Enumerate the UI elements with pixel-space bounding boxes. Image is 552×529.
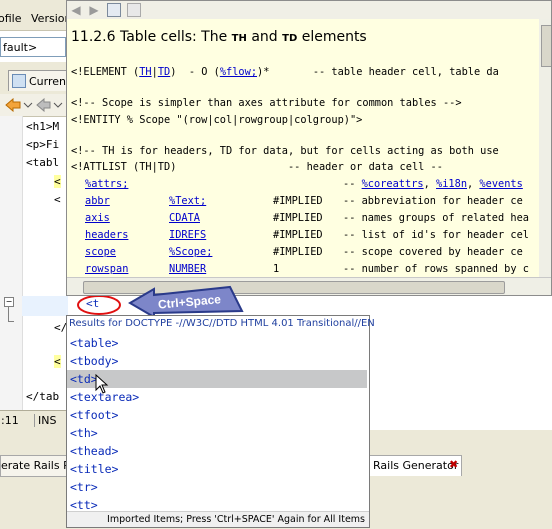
completion-item-selected[interactable]: <td> — [67, 370, 367, 388]
editor-tab-current[interactable]: Curren — [8, 70, 68, 91]
doc-vertical-scrollbar[interactable] — [539, 19, 551, 277]
doc-th-comment: <!-- TH is for headers, TD for data, but… — [71, 145, 499, 157]
attr-desc: -- names groups of related hea — [343, 212, 529, 224]
attr-desc: -- list of id's for header cel — [343, 229, 529, 241]
tab-label: Rails Generator — [373, 459, 459, 472]
completion-footer: Imported Items; Press 'Ctrl+SPACE' Again… — [67, 511, 369, 527]
doc-entity-scope: <!ENTITY % Scope "(row|col|rowgroup|colg… — [71, 114, 363, 126]
config-combo[interactable]: fault> — [0, 37, 66, 57]
mouse-cursor-icon — [95, 374, 109, 394]
completion-item[interactable]: <textarea> — [67, 388, 367, 406]
doc-attlist: <!ATTLIST (TH|TD) -- header or data cell… — [71, 161, 443, 173]
link-attrs[interactable]: %attrs; — [85, 178, 128, 190]
attr-desc: -- scope covered by header ce — [343, 246, 523, 258]
link-coreattrs[interactable]: %coreattrs — [362, 178, 424, 190]
back-arrow-icon[interactable] — [4, 98, 64, 112]
documentation-popup: ◀ ▶ 11.2.6 Table cells: The TH and TD el… — [66, 0, 552, 296]
editor-nav-toolbar — [0, 94, 66, 117]
completion-item[interactable]: <tr> — [67, 478, 367, 496]
doc-attrs-desc: -- %coreattrs, %i18n, %events — [343, 178, 523, 190]
insert-mode: INS — [34, 414, 56, 427]
code-line: <tabl — [26, 156, 60, 169]
doc-scope-comment: <!-- Scope is simpler than axes attribut… — [71, 97, 462, 109]
menu-profile[interactable]: ofile — [0, 12, 21, 25]
attr-desc: -- abbreviation for header ce — [343, 195, 523, 207]
link-i18n[interactable]: %i18n — [436, 178, 467, 190]
code-line: <h1>M — [26, 120, 60, 133]
goto-source-icon[interactable] — [127, 3, 141, 17]
doc-title: 11.2.6 Table cells: The TH and TD elemen… — [71, 29, 367, 45]
attr-default: #IMPLIED — [273, 212, 323, 224]
attr-name-link[interactable]: axis — [85, 212, 110, 224]
attr-type-link[interactable]: %Scope; — [169, 246, 212, 258]
status-bar: :11 INS — [0, 410, 66, 431]
link-th[interactable]: TH — [139, 66, 151, 78]
highlight-circle — [77, 295, 121, 315]
open-browser-icon[interactable] — [107, 3, 121, 17]
editor-gutter: − — [0, 116, 23, 410]
link-events[interactable]: %events — [479, 178, 522, 190]
attr-type-link[interactable]: %Text; — [169, 195, 206, 207]
completion-item[interactable]: <tfoot> — [67, 406, 367, 424]
attr-name-link[interactable]: headers — [85, 229, 128, 241]
completion-item[interactable]: <tbody> — [67, 352, 367, 370]
tab-rails-generator[interactable]: Rails Generator ✖ — [368, 455, 462, 476]
fold-line — [8, 307, 9, 321]
completion-item[interactable]: <th> — [67, 424, 367, 442]
tab-generate-rails-project[interactable]: erate Rails Pro — [0, 455, 81, 477]
doc-attrs-row: %attrs; — [85, 178, 128, 190]
fold-collapse-icon[interactable]: − — [4, 297, 14, 307]
doc-element-line: <!ELEMENT (TH|TD) - O (%flow;)* -- table… — [71, 66, 499, 78]
attr-type-link[interactable]: CDATA — [169, 212, 200, 224]
scroll-thumb[interactable] — [541, 25, 551, 67]
code-line: < — [54, 175, 61, 188]
forward-arrow-icon[interactable]: ▶ — [87, 3, 101, 17]
doc-toolbar: ◀ ▶ — [67, 1, 551, 19]
current-line-highlight — [22, 296, 68, 316]
editor-tab-label: Curren — [29, 75, 67, 88]
link-flow[interactable]: %flow; — [220, 66, 257, 78]
attr-name-link[interactable]: rowspan — [85, 263, 128, 275]
attr-default: 1 — [273, 263, 280, 275]
cursor-position: :11 — [1, 414, 19, 427]
completion-header: Results for DOCTYPE -//W3C//DTD HTML 4.0… — [69, 318, 375, 329]
code-line: < — [54, 355, 61, 368]
attr-type-link[interactable]: NUMBER — [169, 263, 206, 275]
attr-name-link[interactable]: scope — [85, 246, 116, 258]
attr-default: #IMPLIED — [273, 229, 323, 241]
config-combo-value: fault> — [3, 41, 38, 54]
completion-item[interactable]: <thead> — [67, 442, 367, 460]
ide-menubar: ofile Version — [0, 0, 71, 31]
fold-line-end — [8, 321, 14, 322]
completion-item[interactable]: <table> — [67, 334, 367, 352]
attr-type-link[interactable]: IDREFS — [169, 229, 206, 241]
completion-item[interactable]: <title> — [67, 460, 367, 478]
link-td[interactable]: TD — [158, 66, 170, 78]
code-line: <p>Fi — [26, 138, 60, 151]
back-arrow-icon[interactable]: ◀ — [69, 3, 83, 17]
ctrl-space-callout: Ctrl+Space — [128, 285, 244, 319]
file-icon — [12, 74, 26, 88]
attr-default: #IMPLIED — [273, 246, 323, 258]
close-icon[interactable]: ✖ — [449, 458, 458, 471]
completion-popup: Results for DOCTYPE -//W3C//DTD HTML 4.0… — [66, 315, 375, 528]
attr-desc: -- number of rows spanned by c — [343, 263, 529, 275]
code-line: < — [54, 193, 61, 206]
code-line: </tab — [26, 390, 60, 403]
attr-name-link[interactable]: abbr — [85, 195, 110, 207]
attr-default: #IMPLIED — [273, 195, 323, 207]
